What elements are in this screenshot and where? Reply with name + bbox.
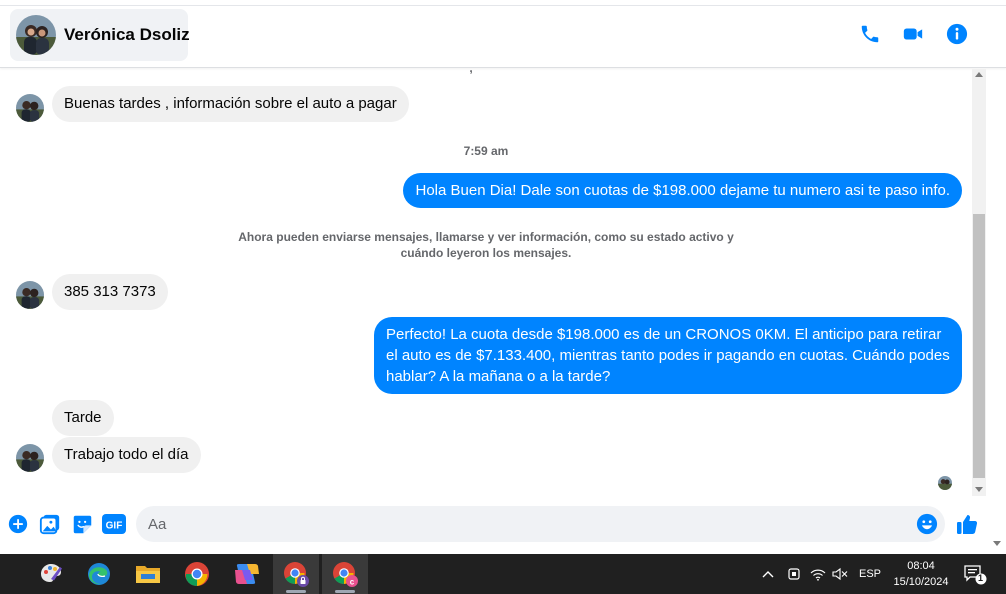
chrome-icon	[185, 562, 209, 586]
taskbar-paint[interactable]	[28, 554, 74, 594]
tray-language[interactable]: ESP	[856, 554, 884, 594]
message-list[interactable]: · , · Buenas tardes , información sobre …	[0, 69, 972, 496]
camera-tray-icon	[788, 568, 800, 580]
chevron-up-icon	[762, 571, 774, 578]
tray-meet-now[interactable]	[784, 554, 804, 594]
outgoing-message[interactable]: Perfecto! La cuota desde $198.000 es de …	[374, 317, 962, 394]
incoming-message[interactable]: 385 313 7373	[52, 274, 168, 310]
conversation-info-button[interactable]	[944, 21, 970, 47]
gif-button[interactable]: GIF	[102, 513, 126, 535]
taskbar-clock[interactable]: 08:04 15/10/2024	[884, 558, 958, 590]
more-actions-button[interactable]	[7, 513, 29, 535]
incoming-message[interactable]: Buenas tardes , información sobre el aut…	[52, 86, 409, 122]
incoming-message[interactable]: Trabajo todo el día	[52, 437, 201, 473]
taskbar-edge[interactable]	[76, 554, 122, 594]
cutoff-previous-text: · , ·	[462, 69, 480, 75]
conversation-scrollbar[interactable]	[972, 69, 986, 496]
taskbar-chrome-profile-c[interactable]: c	[322, 554, 368, 594]
contact-avatar	[16, 15, 56, 55]
copilot-icon	[235, 564, 259, 584]
plus-circle-icon	[8, 514, 28, 534]
windows-taskbar: c ESP 08:04 15/10/2024 1	[0, 554, 1006, 594]
seen-indicator-avatar	[938, 476, 952, 490]
sticker-button[interactable]	[71, 513, 93, 535]
clock-date: 15/10/2024	[893, 576, 949, 588]
chrome-profile-c-icon: c	[333, 562, 358, 587]
emoji-button[interactable]	[916, 513, 938, 535]
incoming-message[interactable]: Tarde	[52, 400, 114, 436]
edge-icon	[88, 563, 110, 585]
contact-avatar-small[interactable]	[16, 94, 44, 122]
svg-text:GIF: GIF	[106, 521, 123, 532]
info-icon	[946, 23, 968, 45]
tray-network[interactable]	[808, 554, 828, 594]
message-composer: GIF	[0, 496, 1006, 554]
photo-gallery-icon	[39, 514, 60, 535]
contact-avatar-small[interactable]	[16, 281, 44, 309]
message-input[interactable]	[136, 506, 945, 542]
active-app-indicator	[335, 590, 355, 593]
wifi-icon	[810, 569, 826, 581]
window-scroll-down-arrow-icon[interactable]	[993, 541, 1001, 546]
taskbar-search-button[interactable]	[0, 554, 12, 594]
scrollbar-thumb[interactable]	[973, 214, 985, 478]
outgoing-message[interactable]: Hola Buen Dia! Dale son cuotas de $198.0…	[403, 173, 962, 208]
notification-count-badge: 1	[977, 573, 983, 583]
taskbar-chrome[interactable]	[174, 554, 220, 594]
send-like-button[interactable]	[955, 512, 979, 536]
phone-icon	[861, 25, 879, 43]
video-call-button[interactable]	[900, 21, 926, 47]
scroll-down-arrow-icon[interactable]	[975, 487, 983, 492]
smiley-icon	[916, 513, 938, 535]
message-timestamp: 7:59 am	[463, 144, 509, 158]
taskbar-chrome-profile[interactable]	[273, 554, 319, 594]
video-camera-icon	[903, 28, 923, 40]
privacy-system-note: Ahora pueden enviarse mensajes, llamarse…	[238, 230, 734, 260]
contact-profile-button[interactable]: Verónica Dsoliz	[10, 9, 190, 61]
taskbar-copilot[interactable]	[223, 554, 269, 594]
tray-overflow-button[interactable]	[758, 554, 778, 594]
scroll-up-arrow-icon[interactable]	[975, 72, 983, 77]
chrome-profile-icon	[284, 562, 309, 587]
tray-volume[interactable]	[830, 554, 850, 594]
clock-time: 08:04	[907, 560, 935, 572]
thumbs-up-icon	[957, 515, 978, 534]
chat-header: Verónica Dsoliz	[0, 6, 1006, 68]
notification-center-button[interactable]: 1	[960, 554, 990, 594]
gif-icon: GIF	[102, 514, 126, 534]
contact-name: Verónica Dsoliz	[64, 25, 190, 44]
contact-avatar-small[interactable]	[16, 444, 44, 472]
attach-photo-button[interactable]	[39, 513, 61, 535]
paint-icon	[41, 564, 62, 582]
voice-call-button[interactable]	[857, 21, 883, 47]
language-indicator: ESP	[858, 568, 881, 580]
volume-muted-icon	[832, 567, 848, 581]
search-icon	[0, 567, 3, 581]
sticker-icon	[73, 515, 91, 533]
file-explorer-icon	[136, 566, 160, 583]
svg-text:c: c	[350, 578, 355, 587]
taskbar-file-explorer[interactable]	[125, 554, 171, 594]
active-app-indicator	[286, 590, 306, 593]
